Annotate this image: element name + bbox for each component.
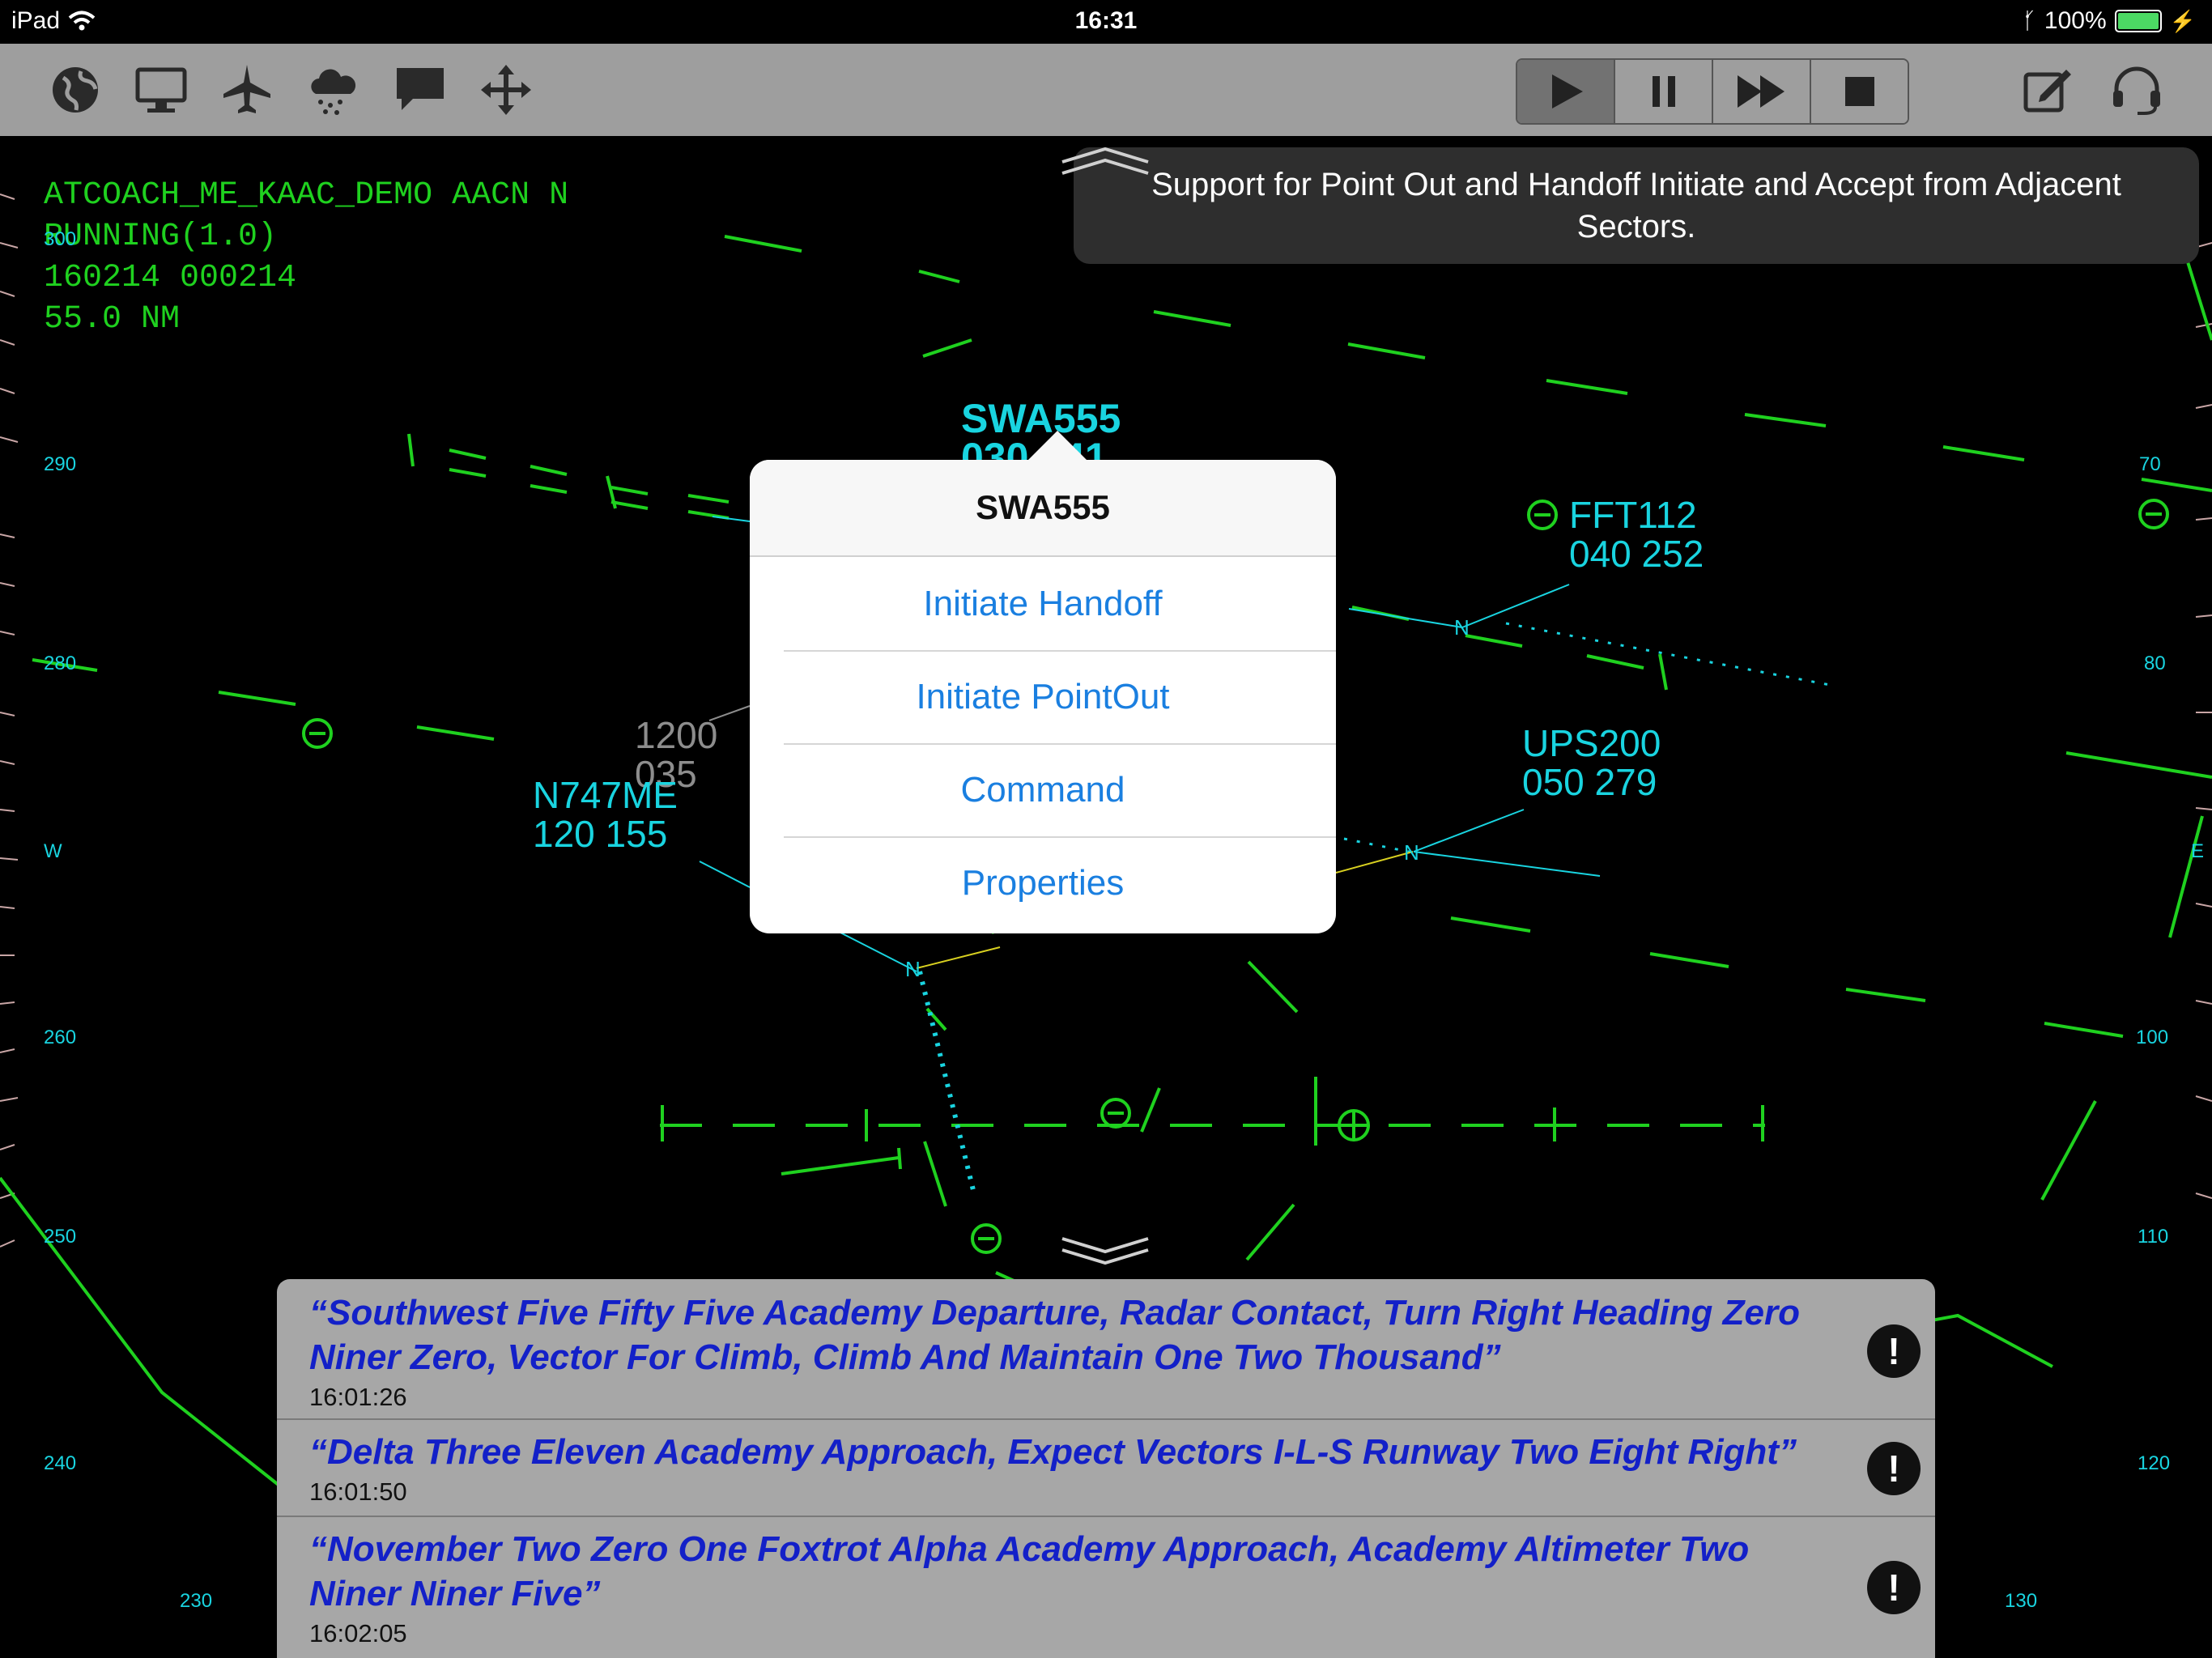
sim-info-line3: 160214 000214 (44, 260, 297, 296)
aircraft-tag-fft112[interactable]: FFT112 040 252 (1569, 495, 1704, 573)
stop-button[interactable] (1811, 60, 1908, 123)
sim-info-line4: 55.0 NM (44, 301, 181, 338)
charging-icon: ⚡ (2169, 8, 2196, 33)
battery-percent: 100% (2044, 7, 2107, 34)
fast-forward-icon (1737, 75, 1784, 108)
status-right: ᚶ 100% ⚡ (2023, 7, 2196, 35)
scale-left-2: 280 (44, 653, 77, 674)
fft112-target-symbol: N (1454, 615, 1470, 640)
battery-icon (2114, 10, 2162, 32)
fast-forward-button[interactable] (1713, 60, 1811, 123)
scale-left-6: 240 (44, 1452, 77, 1474)
scale-left-5: 250 (44, 1226, 77, 1248)
transmission-time: 16:02:05 (309, 1619, 407, 1647)
pause-button[interactable] (1615, 60, 1713, 123)
aircraft-action-popover: SWA555 Initiate Handoff Initiate PointOu… (750, 460, 1336, 933)
alert-icon[interactable]: ! (1867, 1441, 1921, 1495)
globe-icon[interactable] (47, 62, 104, 118)
divider (277, 1516, 1935, 1517)
command-button[interactable]: Command (750, 743, 1336, 836)
stop-icon (1844, 77, 1874, 106)
weather-cloud-icon[interactable] (304, 62, 361, 118)
popover-title: SWA555 (750, 460, 1336, 557)
transmission-item[interactable]: “November Two Zero One Foxtrot Alpha Aca… (309, 1527, 1921, 1648)
popover-arrow (1027, 431, 1088, 461)
notification-banner[interactable]: Support for Point Out and Handoff Initia… (1074, 147, 2199, 264)
compose-icon[interactable] (2019, 62, 2076, 118)
fft112-data: 040 252 (1569, 533, 1704, 575)
banner-text: Support for Point Out and Handoff Initia… (1151, 167, 2121, 244)
status-clock: 16:31 (1074, 7, 1138, 34)
scale-left-1: 290 (44, 453, 77, 475)
fft112-callsign: FFT112 (1569, 494, 1697, 536)
ups200-target-symbol: N (1404, 840, 1419, 865)
ups200-callsign: UPS200 (1522, 722, 1661, 764)
scale-right-6: 120 (2138, 1452, 2171, 1474)
scale-left-4: 260 (44, 1027, 77, 1048)
transmission-item[interactable]: “Southwest Five Fifty Five Academy Depar… (309, 1290, 1921, 1412)
divider (277, 1418, 1935, 1420)
transmission-item[interactable]: “Delta Three Eleven Academy Approach, Ex… (309, 1430, 1921, 1507)
n747me-callsign: N747ME (533, 774, 678, 816)
move-arrows-icon[interactable] (478, 62, 534, 118)
headset-icon[interactable] (2108, 62, 2165, 118)
status-bar: iPad 16:31 ᚶ 100% ⚡ (0, 0, 2212, 44)
swa555-target-symbol: N (905, 957, 921, 981)
scale-right-5: 110 (2138, 1226, 2169, 1248)
scale-left-7: 230 (180, 1590, 213, 1612)
scale-right-1: 70 (2139, 453, 2161, 475)
pause-icon (1652, 76, 1675, 107)
chevron-up-icon[interactable] (1061, 146, 1150, 178)
toolbar (0, 44, 2212, 136)
chevron-down-icon[interactable] (1061, 1234, 1150, 1266)
chat-bubble-icon[interactable] (392, 62, 449, 118)
transmission-log-panel[interactable]: “Southwest Five Fifty Five Academy Depar… (277, 1279, 1935, 1658)
scale-left-0: 300 (44, 228, 77, 250)
n747me-data: 120 155 (533, 813, 668, 855)
scale-right-3: E (2191, 840, 2205, 862)
scale-left-3: W (44, 840, 62, 862)
sim-info: ATCOACH_ME_KAAC_DEMO AACN N RUNNING(1.0) 1… (44, 175, 568, 340)
aircraft-tag-ups200[interactable]: UPS200 050 279 (1522, 724, 1661, 801)
sim-info-line1: ATCOACH_ME_KAAC_DEMO AACN N (44, 177, 569, 214)
ups200-data: 050 279 (1522, 761, 1657, 803)
unassoc-code: 1200 (635, 714, 718, 756)
play-icon (1551, 74, 1583, 108)
bluetooth-icon: ᚶ (2023, 8, 2036, 33)
transmission-time: 16:01:50 (309, 1477, 407, 1506)
sim-media-controls (1516, 58, 1909, 125)
transmission-text: “Delta Three Eleven Academy Approach, Ex… (309, 1432, 1797, 1472)
scale-right-4: 100 (2136, 1027, 2169, 1048)
scale-right-2: 80 (2144, 653, 2166, 674)
initiate-handoff-button[interactable]: Initiate Handoff (750, 557, 1336, 650)
display-icon[interactable] (133, 62, 189, 118)
alert-icon[interactable]: ! (1867, 1324, 1921, 1378)
properties-button[interactable]: Properties (750, 836, 1336, 929)
transmission-text: “November Two Zero One Foxtrot Alpha Aca… (309, 1529, 1750, 1613)
sim-info-line2: RUNNING(1.0) (44, 219, 278, 255)
aircraft-tag-n747me[interactable]: N747ME 120 155 (533, 776, 678, 853)
airplane-icon[interactable] (219, 62, 275, 118)
scale-right-7: 130 (2005, 1590, 2038, 1612)
initiate-pointout-button[interactable]: Initiate PointOut (750, 650, 1336, 743)
transmission-text: “Southwest Five Fifty Five Academy Depar… (309, 1293, 1800, 1377)
play-button[interactable] (1517, 60, 1615, 123)
transmission-time: 16:01:26 (309, 1383, 407, 1411)
airway-dashed-line (660, 1077, 1765, 1146)
alert-icon[interactable]: ! (1867, 1561, 1921, 1614)
